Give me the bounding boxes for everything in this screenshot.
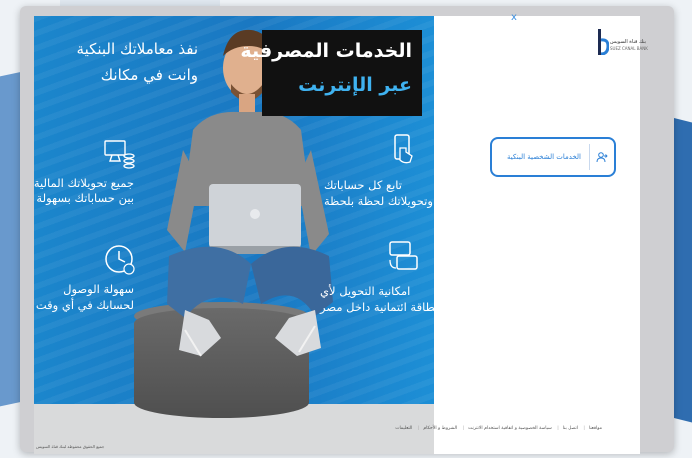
- bank-logo: بنك قناة السويس SUEZ CANAL BANK: [597, 29, 648, 57]
- clock-icon: [105, 245, 135, 275]
- feature-transfers-line-2: بين حساباتك بسهولة: [36, 191, 134, 205]
- feature-card-line-2: بطاقة ائتمانية داخل مصر: [320, 300, 434, 314]
- close-button[interactable]: x: [511, 12, 517, 23]
- feature-access-line-2: لحسابك في أي وقت: [35, 298, 134, 312]
- footer-separator: |: [557, 426, 559, 431]
- monitor-coins-icon: [104, 140, 135, 169]
- bank-logo-text: بنك قناة السويس: [610, 39, 647, 45]
- card-transfer-icon: [389, 241, 418, 270]
- feature-access-line-1: سهولة الوصول: [63, 282, 134, 296]
- footer-link-contact[interactable]: اتصل بنا: [561, 426, 580, 431]
- personal-banking-login-button[interactable]: الخدمات الشخصية البنكية: [490, 137, 616, 177]
- login-person-icon: [590, 151, 614, 163]
- bank-logo-subtext: SUEZ CANAL BANK: [610, 46, 648, 51]
- footer-links: مواقعنا| اتصل بنا| سياسة الخصوصية و اتفا…: [395, 426, 604, 431]
- headline-line-1: الخدمات المصرفية: [240, 40, 412, 62]
- footer-link-locations[interactable]: مواقعنا: [587, 426, 604, 431]
- feature-transfers-line-1: جميع تحويلاتك المالية: [34, 176, 134, 190]
- footer-link-faq[interactable]: التعليمات: [393, 426, 414, 431]
- footer-link-privacy[interactable]: سياسة الخصوصية و اتفاقية استخدام الانترن…: [466, 426, 554, 431]
- bank-logo-mark: [598, 29, 609, 55]
- copyright-text: جميع الحقوق محفوظة لبنك قناة السويس: [36, 444, 105, 449]
- footer-link-terms[interactable]: الشروط و الأحكام: [421, 426, 459, 431]
- tagline-line-2: وانت في مكانك: [100, 66, 198, 84]
- login-panel: [434, 16, 640, 454]
- promo-banner: الخدمات المصرفية عبر الإنترنت نفذ معاملا…: [34, 16, 434, 454]
- tagline-line-1: نفذ معاملاتك البنكية: [76, 40, 198, 58]
- phone-touch-icon: [394, 134, 413, 164]
- feature-track-line-1: تابع كل حساباتك: [324, 178, 402, 192]
- headline-box: الخدمات المصرفية عبر الإنترنت: [240, 30, 422, 116]
- feature-track-line-2: وتحويلاتك لحظة بلحظة: [324, 194, 433, 208]
- feature-card-line-1: امكانية التحويل لأي: [320, 284, 411, 298]
- personal-banking-login-label: الخدمات الشخصية البنكية: [506, 153, 581, 161]
- headline-line-2: عبر الإنترنت: [298, 74, 412, 96]
